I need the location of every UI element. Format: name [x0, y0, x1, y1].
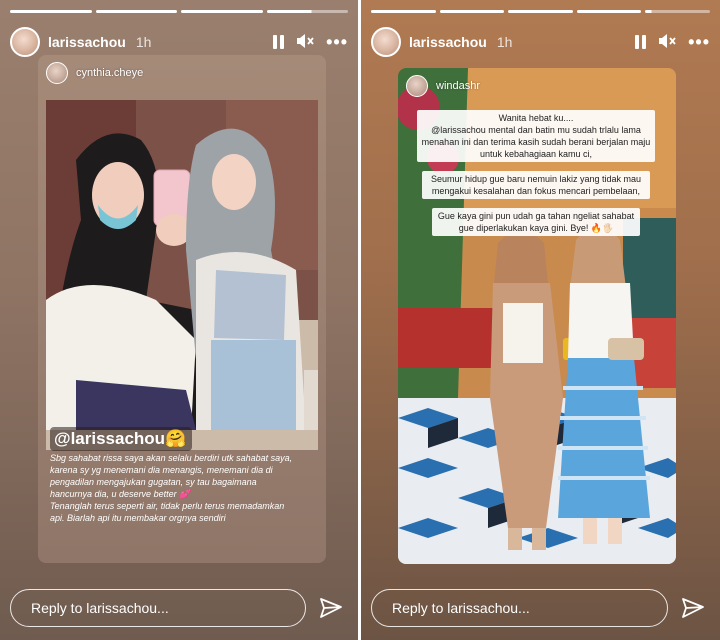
reshare-username[interactable]: cynthia.cheye [76, 67, 143, 79]
caption-line: hancurnya dia, u deserve better 💕 [50, 489, 191, 499]
story-progress-bar [10, 10, 348, 13]
caption-line: Tenanglah terus seperti air, tidak perlu… [50, 501, 285, 511]
reshare-username[interactable]: windashr [436, 80, 480, 92]
send-icon[interactable] [314, 591, 348, 625]
caption-line: karena sy yg menemani dia menangis, mene… [50, 465, 273, 475]
caption-line: api. Biarlah api itu membakar orgnya sen… [50, 513, 226, 523]
story-text-box: Gue kaya gini pun udah ga tahan ngeliat … [432, 208, 640, 236]
progress-segment [181, 10, 263, 13]
progress-segment [508, 10, 573, 13]
reply-input[interactable]: Reply to larissachou... [371, 589, 668, 627]
reply-bar: Reply to larissachou... [10, 588, 348, 628]
send-icon[interactable] [676, 591, 710, 625]
caption-line: pengadilan mengajukan gugatan, sy tau ba… [50, 477, 257, 487]
progress-segment [95, 10, 177, 13]
pause-icon[interactable] [635, 35, 647, 49]
caption-line: Sbg sahabat rissa saya akan selalu berdi… [50, 453, 293, 463]
progress-segment [645, 10, 710, 13]
reply-input[interactable]: Reply to larissachou... [10, 589, 306, 627]
pause-icon[interactable] [273, 35, 285, 49]
story-username[interactable]: larissachou [409, 34, 487, 50]
mention-tag[interactable]: @larissachou🤗 [50, 427, 193, 451]
reshare-header: cynthia.cheye [46, 62, 143, 84]
progress-segment [439, 10, 505, 13]
progress-segment [10, 10, 92, 13]
story-progress-bar [371, 10, 710, 13]
story-text-box: Wanita hebat ku.... @larissachou mental … [417, 110, 655, 162]
more-icon[interactable]: ••• [688, 33, 710, 51]
more-icon[interactable]: ••• [326, 33, 348, 51]
reply-bar: Reply to larissachou... [371, 588, 710, 628]
story-timestamp: 1h [135, 34, 152, 50]
story-header: larissachou 1h ••• [10, 26, 348, 58]
story-photo [46, 100, 318, 450]
story-panel-left: larissachou 1h ••• cynthia.cheye @lariss… [0, 0, 358, 640]
reshare-avatar[interactable] [406, 75, 428, 97]
avatar[interactable] [371, 27, 401, 57]
story-timestamp: 1h [496, 34, 513, 50]
progress-segment [371, 10, 436, 13]
reshare-header: windashr [406, 75, 480, 97]
mute-icon[interactable] [296, 33, 314, 52]
reshared-post-card[interactable]: cynthia.cheye @larissachou🤗 Sbg sahabat … [38, 55, 326, 563]
reshare-avatar[interactable] [46, 62, 68, 84]
story-header: larissachou 1h ••• [371, 26, 710, 58]
story-panel-right: larissachou 1h ••• windashr Wanita hebat… [361, 0, 720, 640]
story-username[interactable]: larissachou [48, 34, 126, 50]
story-text-overlays: Wanita hebat ku.... @larissachou mental … [416, 110, 656, 245]
story-caption: Sbg sahabat rissa saya akan selalu berdi… [50, 452, 318, 524]
avatar[interactable] [10, 27, 40, 57]
story-controls: ••• [635, 33, 710, 52]
story-text-box: Seumur hidup gue baru nemuin lakiz yang … [422, 171, 650, 199]
progress-segment [266, 10, 348, 13]
reshared-post-card[interactable]: windashr Wanita hebat ku.... @larissacho… [398, 68, 676, 564]
mute-icon[interactable] [658, 33, 676, 52]
story-controls: ••• [273, 33, 348, 52]
progress-segment [576, 10, 642, 13]
